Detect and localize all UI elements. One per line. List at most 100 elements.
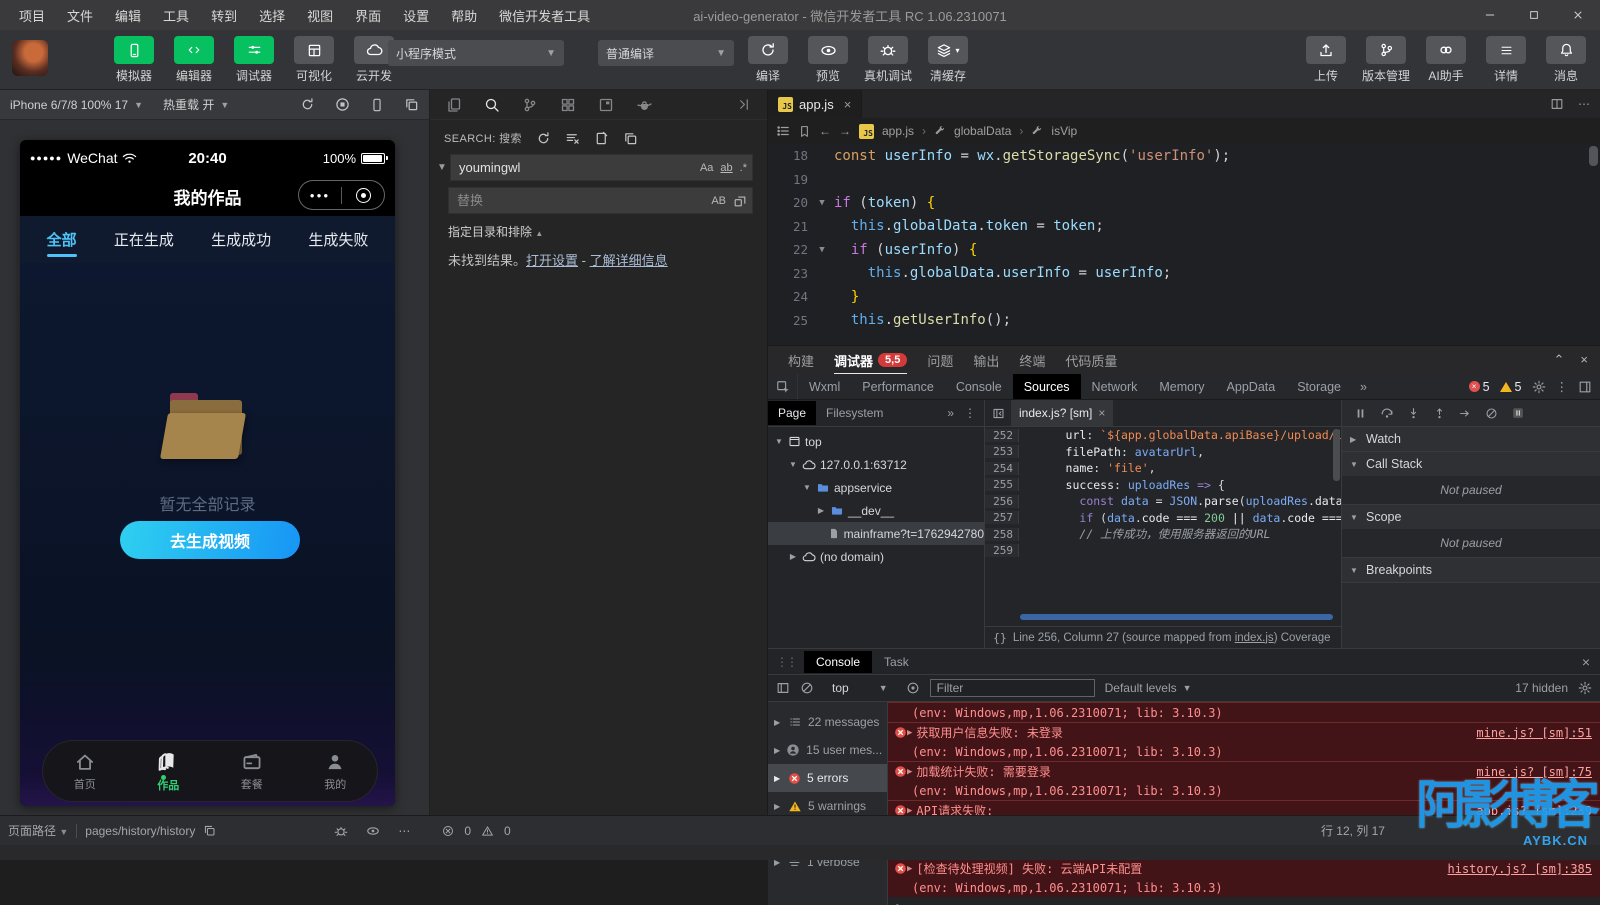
console-filter-5-errors[interactable]: ▶5 errors	[768, 764, 887, 792]
console-tab-Task[interactable]: Task	[872, 651, 921, 673]
page-path-select[interactable]: 页面路径 ▼	[8, 822, 68, 839]
tree-item[interactable]: ▶(no domain)	[768, 545, 984, 568]
devtools-tab-Network[interactable]: Network	[1081, 374, 1149, 399]
clear-console-icon[interactable]	[800, 681, 814, 695]
breadcrumb[interactable]: ← → JS app.js› globalData› isVip	[768, 118, 1600, 144]
source-hscrollbar[interactable]	[1020, 614, 1333, 620]
console-filter-15-user-mes...[interactable]: ▶15 user mes...	[768, 736, 887, 764]
search-icon[interactable]	[484, 97, 500, 113]
outline-icon[interactable]	[776, 124, 790, 138]
tree-item[interactable]: mainframe?t=1762942780	[768, 522, 984, 545]
toolbar-button-详情[interactable]: 详情	[1480, 36, 1532, 84]
tree-arrow-icon[interactable]: ▼	[788, 460, 798, 469]
source-control-icon[interactable]	[522, 97, 538, 113]
open-settings-link[interactable]: 打开设置	[526, 253, 578, 268]
step-over-icon[interactable]	[1380, 406, 1394, 420]
minimize-button[interactable]	[1468, 0, 1512, 30]
hide-navigator-icon[interactable]	[985, 407, 1011, 420]
toolbar-button-调试器[interactable]: 调试器	[228, 36, 280, 84]
panel-close-icon[interactable]: ×	[1580, 352, 1588, 368]
device-frame-icon[interactable]	[370, 97, 384, 112]
toolbar-button-清缓存[interactable]: ▾清缓存	[922, 36, 974, 84]
status-error-icon[interactable]	[442, 825, 454, 837]
source-link[interactable]: mine.js? [sm]:51	[1462, 726, 1592, 740]
menu-item[interactable]: 转到	[202, 3, 246, 28]
extensions-icon[interactable]	[560, 97, 576, 113]
deactivate-breakpoints-icon[interactable]	[1485, 407, 1498, 420]
panel-tab-问题[interactable]: 问题	[919, 347, 961, 374]
cursor-position[interactable]: 行 12, 列 17	[1321, 822, 1385, 839]
console-filter-input[interactable]	[930, 679, 1095, 697]
step-into-icon[interactable]	[1407, 407, 1420, 420]
devtools-tab-Memory[interactable]: Memory	[1148, 374, 1215, 399]
navigator-overflow-icon[interactable]: »	[947, 406, 954, 420]
console-filter-22-messages[interactable]: ▶22 messages	[768, 708, 887, 736]
tabs-overflow-icon[interactable]: »	[1352, 374, 1375, 399]
navigator-tab-Filesystem[interactable]: Filesystem	[816, 401, 893, 425]
navigator-tab-Page[interactable]: Page	[768, 401, 816, 425]
segment-tab-生成失败[interactable]: 生成失败	[306, 219, 370, 260]
menu-item[interactable]: 项目	[10, 3, 54, 28]
live-expression-icon[interactable]	[906, 681, 920, 695]
widget-icon[interactable]	[598, 97, 614, 113]
fold-icon[interactable]: ▼	[814, 198, 830, 208]
tree-arrow-icon[interactable]: ▼	[802, 483, 812, 492]
debug-section-header[interactable]: ▶Watch	[1342, 427, 1600, 451]
toolbar-button-真机调试[interactable]: 真机调试	[862, 36, 914, 84]
status-eye-icon[interactable]	[366, 824, 380, 838]
open-search-editor-icon[interactable]	[594, 131, 609, 146]
menu-item[interactable]: 文件	[58, 3, 102, 28]
toolbar-button-消息[interactable]: 消息	[1540, 36, 1592, 84]
editor-more-icon[interactable]: ⋯	[1578, 97, 1590, 111]
menu-item[interactable]: 微信开发者工具	[490, 3, 599, 28]
split-editor-icon[interactable]	[1550, 97, 1564, 111]
toggle-replace-icon[interactable]: ▼	[434, 162, 450, 173]
whole-word-icon[interactable]: ab	[720, 162, 732, 174]
nav-back-icon[interactable]: ←	[819, 124, 831, 138]
bookmark-icon[interactable]	[798, 125, 811, 138]
close-source-tab-icon[interactable]: ×	[1098, 406, 1105, 420]
menu-item[interactable]: 视图	[298, 3, 342, 28]
hot-reload-toggle[interactable]: 热重载 开	[163, 96, 214, 113]
user-avatar[interactable]	[12, 40, 48, 76]
capsule-menu[interactable]: ●●●	[298, 180, 385, 210]
inspect-icon[interactable]	[768, 374, 798, 399]
console-tab-Console[interactable]: Console	[804, 651, 872, 673]
tree-item[interactable]: ▼top	[768, 430, 984, 453]
device-select[interactable]: iPhone 6/7/8 100% 17	[10, 98, 128, 112]
console-settings-icon[interactable]	[1578, 681, 1592, 695]
devtools-settings-icon[interactable]	[1532, 380, 1546, 394]
match-case-icon[interactable]: Aa	[700, 162, 713, 174]
expand-icon[interactable]: ▶	[907, 864, 912, 874]
replace-input[interactable]	[448, 187, 753, 214]
devtools-tab-Storage[interactable]: Storage	[1286, 374, 1352, 399]
close-drawer-icon[interactable]: ×	[1582, 654, 1600, 670]
files-include-toggle[interactable]: 指定目录和排除 ▲	[430, 214, 767, 242]
generate-video-button[interactable]: 去生成视频	[120, 521, 300, 559]
pause-icon[interactable]	[1354, 407, 1367, 420]
panel-collapse-icon[interactable]: ⌃	[1554, 352, 1565, 368]
collapse-panel-icon[interactable]	[736, 97, 751, 112]
panel-tab-代码质量[interactable]: 代码质量	[1057, 347, 1125, 374]
code-editor[interactable]: 18const userInfo = wx.getStorageSync('us…	[768, 144, 1600, 345]
more-dots-icon[interactable]: ●●●	[299, 191, 341, 200]
mapped-file-link[interactable]: index.js	[1235, 632, 1274, 644]
devtools-tab-AppData[interactable]: AppData	[1216, 374, 1287, 399]
devtools-tab-Performance[interactable]: Performance	[851, 374, 945, 399]
menu-item[interactable]: 设置	[394, 3, 438, 28]
source-code-view[interactable]: 252 url: `${app.globalData.apiBase}/uplo…	[985, 427, 1341, 626]
expand-all-icon[interactable]	[623, 131, 638, 146]
toolbar-button-模拟器[interactable]: 模拟器	[108, 36, 160, 84]
close-button[interactable]	[1556, 0, 1600, 30]
panel-tab-输出[interactable]: 输出	[965, 347, 1007, 374]
mode-select[interactable]: 小程序模式▼	[388, 40, 564, 66]
dock-side-icon[interactable]	[1578, 380, 1592, 394]
expand-icon[interactable]: ▶	[907, 767, 912, 777]
pretty-print-icon[interactable]: {}	[993, 631, 1007, 645]
debug-section-header[interactable]: ▼Breakpoints	[1342, 558, 1600, 582]
status-more-icon[interactable]: ⋯	[398, 824, 410, 838]
devtools-more-icon[interactable]: ⋮	[1556, 379, 1569, 394]
maximize-button[interactable]	[1512, 0, 1556, 30]
tabbar-item-作品[interactable]: 作品	[127, 741, 211, 801]
console-prompt[interactable]: >	[888, 897, 1600, 905]
